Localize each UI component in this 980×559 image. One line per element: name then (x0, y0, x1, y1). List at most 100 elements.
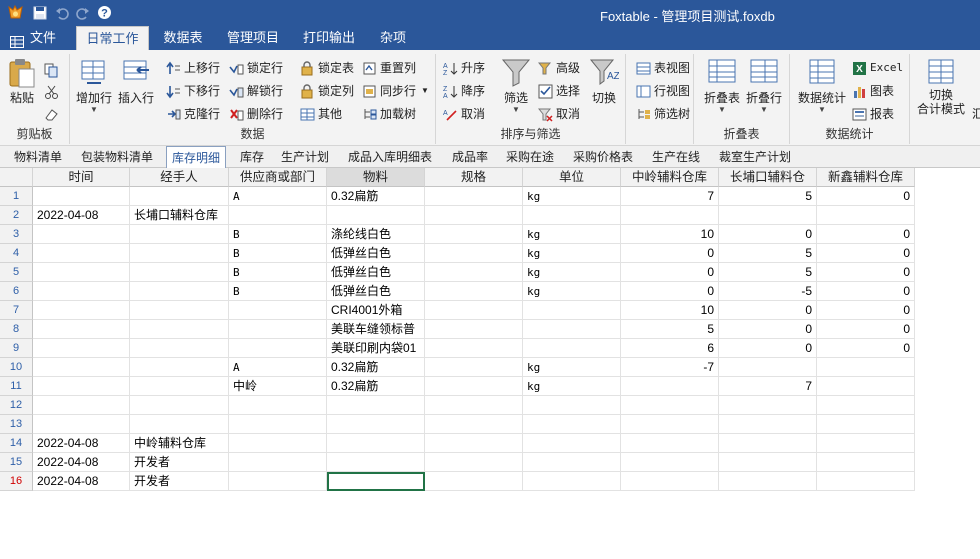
table-cell[interactable] (33, 396, 130, 415)
table-cell[interactable]: 开发者 (130, 453, 229, 472)
table-cell[interactable]: 美联印刷内袋01 (327, 339, 425, 358)
table-cell[interactable] (523, 396, 621, 415)
tab-print-output[interactable]: 打印输出 (296, 26, 362, 50)
table-cell[interactable]: 美联车缝领标普 (327, 320, 425, 339)
row-number[interactable]: 5 (0, 263, 33, 282)
filter-button[interactable]: 筛选 ▼ (500, 57, 532, 114)
table-cell[interactable] (229, 472, 327, 491)
table-cell[interactable]: 10 (621, 301, 719, 320)
table-cell[interactable]: 中岭 (229, 377, 327, 396)
table-cell[interactable] (523, 206, 621, 225)
table-cell[interactable] (425, 377, 523, 396)
sync-row-button[interactable]: 同步行 ▼ (362, 81, 429, 101)
sheet-tab-finished-inbound[interactable]: 成品入库明细表 (348, 146, 432, 168)
table-cell[interactable] (33, 282, 130, 301)
table-cell[interactable]: 0 (621, 263, 719, 282)
table-cell[interactable] (33, 339, 130, 358)
table-cell[interactable]: 2022-04-08 (33, 472, 130, 491)
row-number[interactable]: 1 (0, 187, 33, 206)
table-cell[interactable]: 0.32扁筋 (327, 187, 425, 206)
table-cell[interactable]: 2022-04-08 (33, 206, 130, 225)
table-cell[interactable] (425, 472, 523, 491)
summary-button[interactable]: 汇 (972, 104, 980, 124)
sort-asc-button[interactable]: AZ 升序 (443, 58, 485, 78)
table-cell[interactable] (229, 453, 327, 472)
table-cell[interactable]: 5 (621, 320, 719, 339)
table-cell[interactable]: kg (523, 225, 621, 244)
table-cell[interactable]: 7 (621, 187, 719, 206)
table-cell[interactable]: 0 (719, 320, 817, 339)
clone-row-button[interactable]: 克隆行 (166, 104, 220, 124)
table-cell[interactable] (621, 415, 719, 434)
table-cell[interactable] (817, 453, 915, 472)
table-cell[interactable]: kg (523, 358, 621, 377)
sheet-tab-yield-rate[interactable]: 成品率 (452, 146, 488, 168)
fold-row-button[interactable]: 折叠行 ▼ (744, 57, 784, 114)
column-header[interactable]: 经手人 (130, 168, 229, 187)
excel-button[interactable]: X Excel (852, 58, 903, 78)
help-icon[interactable]: ? (96, 4, 113, 21)
table-cell[interactable]: 0 (719, 225, 817, 244)
table-cell[interactable] (130, 415, 229, 434)
table-cell[interactable] (425, 358, 523, 377)
redo-icon[interactable] (74, 4, 91, 21)
table-cell[interactable] (327, 415, 425, 434)
table-cell[interactable]: -5 (719, 282, 817, 301)
table-cell[interactable] (130, 301, 229, 320)
data-grid[interactable]: 时间 经手人 供应商或部门 物料 规格 单位 中岭辅料仓库 长埔口辅料仓 新鑫辅料仓库 1 A 0.3… (0, 168, 980, 559)
table-cell[interactable]: kg (523, 187, 621, 206)
table-cell[interactable]: B (229, 244, 327, 263)
table-cell[interactable] (621, 434, 719, 453)
table-cell[interactable] (33, 415, 130, 434)
move-up-button[interactable]: 上移行 (166, 58, 220, 78)
table-cell[interactable] (33, 320, 130, 339)
table-cell[interactable] (33, 358, 130, 377)
table-cell[interactable]: 0 (817, 187, 915, 206)
table-cell[interactable] (130, 187, 229, 206)
column-header[interactable]: 单位 (523, 168, 621, 187)
lock-table-button[interactable]: 锁定表 (300, 58, 354, 78)
table-cell[interactable] (425, 263, 523, 282)
toggle-total-mode-button[interactable]: 切换 合计模式 (916, 57, 966, 116)
fold-table-button[interactable]: 折叠表 ▼ (702, 57, 742, 114)
sheet-tab-cutting-plan[interactable]: 裁室生产计划 (719, 146, 791, 168)
table-cell[interactable] (621, 206, 719, 225)
table-cell[interactable]: 0 (817, 225, 915, 244)
app-logo-icon[interactable] (7, 4, 24, 21)
table-cell[interactable] (817, 396, 915, 415)
sheet-tab-production-plan[interactable]: 生产计划 (281, 146, 329, 168)
save-icon[interactable] (31, 4, 48, 21)
table-cell[interactable]: 涤纶线白色 (327, 225, 425, 244)
row-number[interactable]: 15 (0, 453, 33, 472)
undo-icon[interactable] (53, 4, 70, 21)
row-number[interactable]: 2 (0, 206, 33, 225)
table-cell[interactable]: 低弹丝白色 (327, 244, 425, 263)
row-number[interactable]: 9 (0, 339, 33, 358)
table-cell[interactable] (229, 320, 327, 339)
table-cell[interactable]: 0 (817, 301, 915, 320)
table-cell[interactable] (327, 453, 425, 472)
tab-data-table[interactable]: 数据表 (154, 26, 212, 50)
table-cell[interactable]: 2022-04-08 (33, 434, 130, 453)
table-cell[interactable] (425, 244, 523, 263)
table-cell[interactable] (229, 206, 327, 225)
table-cell[interactable] (130, 396, 229, 415)
chart-button[interactable]: 图表 (852, 81, 894, 101)
column-header[interactable]: 物料 (327, 168, 425, 187)
table-cell[interactable]: 0 (817, 282, 915, 301)
table-cell[interactable] (719, 358, 817, 377)
reset-column-button[interactable]: 重置列 (362, 58, 416, 78)
table-cell[interactable] (130, 320, 229, 339)
other-button[interactable]: 其他 (300, 104, 342, 124)
copy-button[interactable] (44, 60, 62, 80)
cancel-sort-button[interactable]: A 取消 (443, 104, 485, 124)
advanced-filter-button[interactable]: 高级 (537, 58, 580, 78)
table-cell[interactable]: 0 (719, 301, 817, 320)
table-cell[interactable]: B (229, 263, 327, 282)
table-cell[interactable] (33, 244, 130, 263)
lock-row-button[interactable]: 锁定行 (229, 58, 283, 78)
row-number[interactable]: 7 (0, 301, 33, 320)
table-cell[interactable] (425, 434, 523, 453)
table-cell[interactable] (229, 301, 327, 320)
row-number[interactable]: 14 (0, 434, 33, 453)
